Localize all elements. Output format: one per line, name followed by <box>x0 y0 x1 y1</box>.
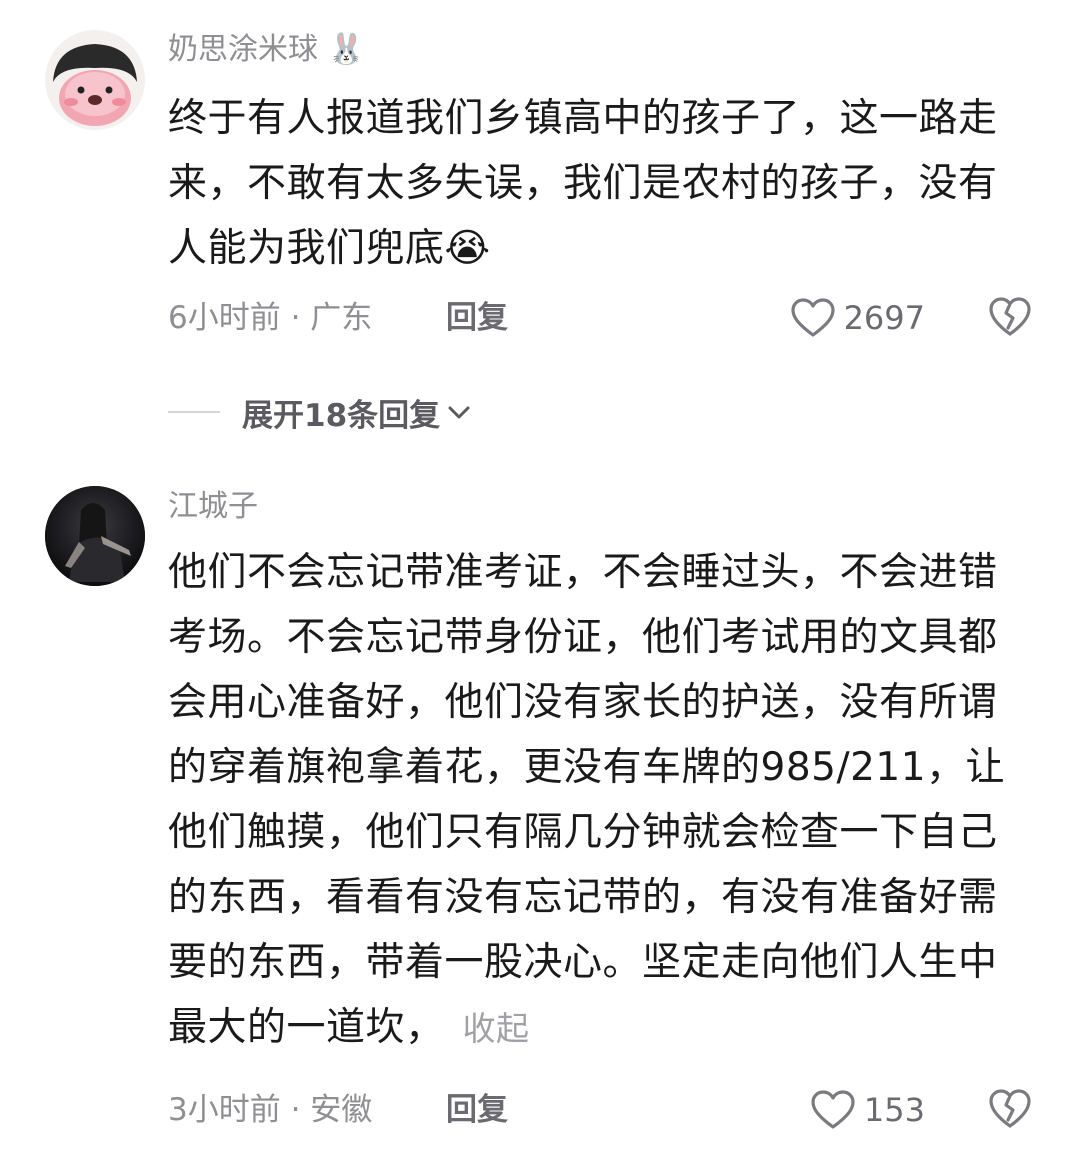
location: 安徽 <box>310 1092 373 1128</box>
heart-outline-icon <box>790 298 835 337</box>
comment-line: 最大的一道坎， 收起 <box>168 995 1038 1061</box>
timestamp: 6小时前 <box>168 300 281 336</box>
broken-heart-icon <box>989 1089 1031 1128</box>
avatar[interactable] <box>45 30 145 130</box>
dislike-button[interactable] <box>988 296 1032 340</box>
avatar[interactable] <box>45 486 145 586</box>
like-count: 153 <box>863 1091 925 1129</box>
username-text[interactable]: 江城子 <box>168 489 258 524</box>
comment-line: 终于有人报道我们乡镇高中的孩子了，这一路走 <box>168 96 998 141</box>
comment-line: 他们不会忘记带准考证，不会睡过头，不会进错 <box>168 550 998 595</box>
username[interactable]: 江城子 <box>168 487 258 527</box>
expand-replies-button[interactable]: 展开18条回复 <box>168 388 472 436</box>
chevron-down-icon <box>448 406 470 419</box>
like-button[interactable]: 153 <box>810 1088 925 1132</box>
comment-line: 要的东西，带着一股决心。坚定走向他们人生中 <box>168 940 998 985</box>
comment-line: 他们触摸，他们只有隔几分钟就会检查一下自己 <box>168 810 998 855</box>
location: 广东 <box>310 300 373 336</box>
comment-line: 考场。不会忘记带身份证，他们考试用的文具都 <box>168 615 998 660</box>
comment-line: 的东西，看看有没有忘记带的，有没有准备好需 <box>168 875 998 920</box>
heart-outline-icon <box>811 1090 855 1129</box>
comment-line: 的穿着旗袍拿着花，更没有车牌的985/211，让 <box>168 745 1006 790</box>
reply-button[interactable]: 回复 <box>446 296 508 340</box>
dislike-button[interactable] <box>988 1088 1032 1132</box>
username-text[interactable]: 奶思涂米球 <box>168 32 318 67</box>
meta-separator: · <box>280 300 311 336</box>
expand-replies-label: 展开18条回复 <box>242 397 441 434</box>
comment-meta: 3小时前 · 安徽 <box>168 1088 372 1132</box>
comment-meta: 6小时前 · 广东 <box>168 296 372 340</box>
comment-line: 会用心准备好，他们没有家长的护送，没有所谓 <box>168 680 998 725</box>
comment-text: 终于有人报道我们乡镇高中的孩子了，这一路走 来，不敢有太多失误，我们是农村的孩子… <box>168 86 1038 281</box>
rabbit-icon: 🐰 <box>327 32 365 67</box>
like-count: 2697 <box>843 299 925 337</box>
like-button[interactable]: 2697 <box>790 296 925 340</box>
broken-heart-icon <box>989 297 1031 336</box>
collapse-button[interactable]: 收起 <box>463 1009 530 1048</box>
reply-button[interactable]: 回复 <box>446 1088 508 1132</box>
comment-text: 他们不会忘记带准考证，不会睡过头，不会进错 考场。不会忘记带身份证，他们考试用的… <box>168 540 1038 1061</box>
meta-separator: · <box>280 1092 311 1128</box>
comment-line: 人能为我们兜底😭 <box>168 226 491 271</box>
timestamp: 3小时前 <box>168 1092 281 1128</box>
comment-line: 来，不敢有太多失误，我们是农村的孩子，没有 <box>168 161 998 206</box>
comment-line-text: 最大的一道坎， <box>168 1005 445 1050</box>
divider <box>168 411 220 413</box>
username[interactable]: 奶思涂米球 🐰 <box>168 30 365 70</box>
